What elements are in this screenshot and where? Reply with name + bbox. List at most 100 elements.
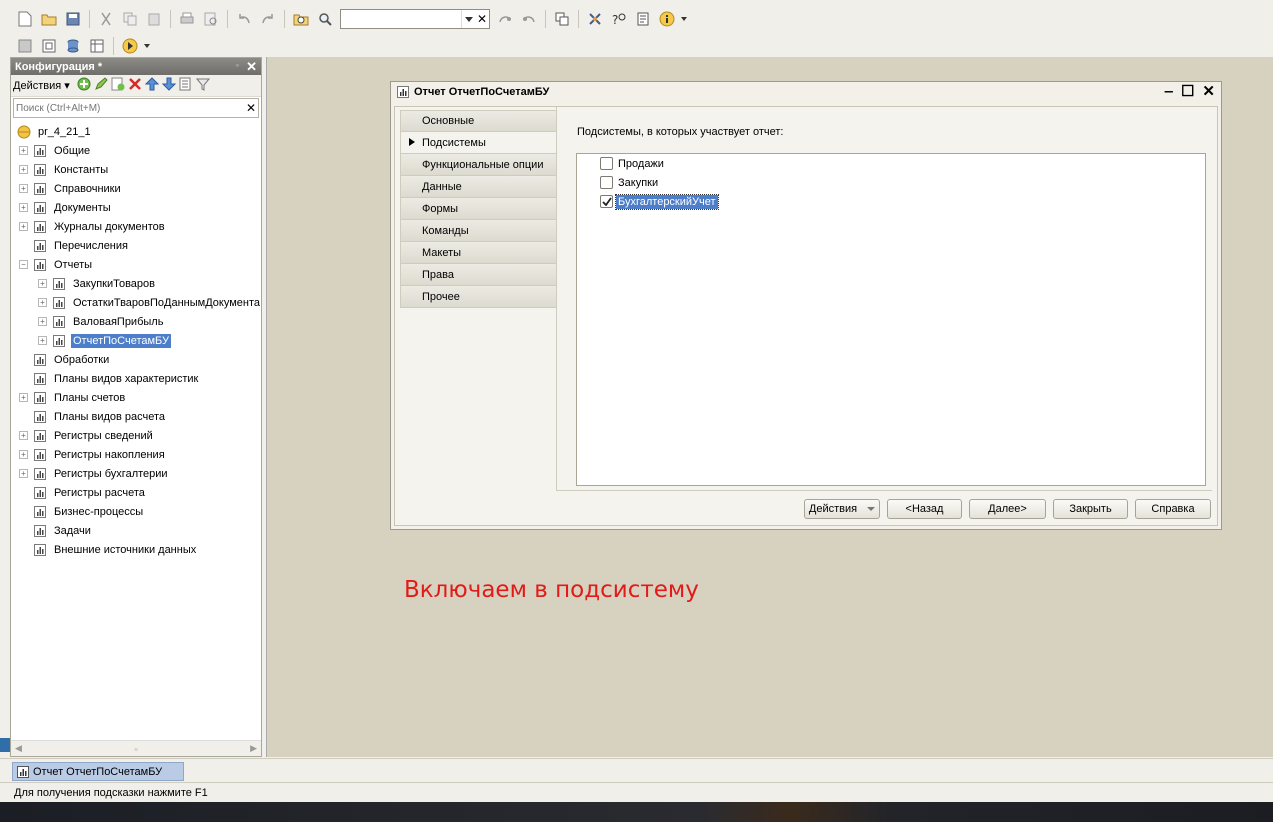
back-button[interactable]: <Назад — [887, 499, 962, 519]
window-titlebar[interactable]: Отчет ОтчетПоСчетамБУ ‒ ☐ ✕ — [391, 82, 1221, 102]
filter-icon[interactable] — [195, 77, 210, 94]
tab-7[interactable]: Макеты — [400, 242, 557, 264]
redo-icon[interactable] — [257, 8, 279, 30]
maximize-icon[interactable]: ☐ — [1181, 84, 1194, 100]
chevron-down-icon[interactable] — [461, 10, 475, 28]
print-icon[interactable] — [176, 8, 198, 30]
undo-icon[interactable] — [233, 8, 255, 30]
copy-icon[interactable] — [119, 8, 141, 30]
minimize-icon[interactable]: ‒ — [1165, 84, 1173, 100]
scroll-thumb-icon[interactable]: ▫ — [134, 744, 137, 754]
tree-root[interactable]: pr_4_21_1 — [11, 122, 261, 141]
subsystem-row[interactable]: Закупки — [577, 173, 1205, 192]
tab-2[interactable]: Подсистемы — [400, 132, 557, 154]
tree-item[interactable]: + Константы — [11, 160, 261, 179]
tree-item[interactable]: + Планы счетов — [11, 388, 261, 407]
close-icon[interactable]: ✕ — [1202, 84, 1215, 100]
search-combo[interactable]: ✕ — [340, 9, 490, 29]
pin-icon[interactable]: ◦ — [236, 60, 239, 70]
tab-4[interactable]: Данные — [400, 176, 557, 198]
cut-icon[interactable] — [95, 8, 117, 30]
tab-9[interactable]: Прочее — [400, 286, 557, 308]
move-up-icon[interactable] — [144, 77, 159, 94]
tree-item[interactable]: Регистры расчета — [11, 483, 261, 502]
print-preview-icon[interactable] — [200, 8, 222, 30]
taskbar-item[interactable]: Отчет ОтчетПоСчетамБУ — [12, 762, 184, 781]
tree-item[interactable]: + Общие — [11, 141, 261, 160]
tree-item[interactable]: Внешние источники данных — [11, 540, 261, 559]
expand-icon[interactable]: + — [19, 184, 28, 193]
tree-item[interactable]: + Справочники — [11, 179, 261, 198]
scroll-left-icon[interactable]: ◀ — [15, 743, 22, 754]
tree-item[interactable]: Бизнес-процессы — [11, 502, 261, 521]
open-folder-icon[interactable] — [38, 8, 60, 30]
update-db-icon[interactable] — [62, 35, 84, 57]
windows-icon[interactable] — [551, 8, 573, 30]
help-button[interactable]: Справка — [1135, 499, 1211, 519]
tree-item[interactable]: + Документы — [11, 198, 261, 217]
tab-3[interactable]: Функциональные опции — [400, 154, 557, 176]
expand-icon[interactable]: + — [19, 469, 28, 478]
find-in-folder-icon[interactable] — [290, 8, 312, 30]
delete-icon[interactable] — [128, 77, 142, 94]
clear-search-icon[interactable]: ✕ — [475, 10, 489, 28]
config-search-field[interactable]: ✕ — [13, 98, 259, 118]
expand-icon[interactable]: + — [19, 450, 28, 459]
info-icon[interactable] — [656, 8, 678, 30]
close-icon[interactable]: ✕ — [246, 59, 257, 75]
run-debug-icon[interactable] — [119, 35, 141, 57]
table-icon[interactable] — [86, 35, 108, 57]
tab-1[interactable]: Основные — [400, 110, 557, 132]
tree-item[interactable]: + Регистры сведений — [11, 426, 261, 445]
tree-item[interactable]: Перечисления — [11, 236, 261, 255]
horizontal-scrollbar[interactable]: ◀ ▫ ▶ — [11, 740, 261, 756]
tab-6[interactable]: Команды — [400, 220, 557, 242]
checkbox[interactable] — [600, 176, 613, 189]
chevron-down-icon[interactable] — [680, 8, 688, 30]
tab-8[interactable]: Права — [400, 264, 557, 286]
tree-item[interactable]: + ОтчетПоСчетамБУ — [11, 331, 261, 350]
close-button[interactable]: Закрыть — [1053, 499, 1128, 519]
clear-search-icon[interactable]: ✕ — [244, 101, 258, 115]
tab-5[interactable]: Формы — [400, 198, 557, 220]
database-config-icon[interactable] — [38, 35, 60, 57]
syntax-assistant-icon[interactable]: ? — [608, 8, 630, 30]
template-icon[interactable] — [632, 8, 654, 30]
config-search-input[interactable] — [14, 100, 244, 116]
subsystem-row[interactable]: Продажи — [577, 154, 1205, 173]
expand-icon[interactable]: + — [19, 431, 28, 440]
tree-item[interactable]: − Отчеты — [11, 255, 261, 274]
expand-icon[interactable]: + — [19, 222, 28, 231]
chevron-down-icon[interactable] — [143, 35, 151, 57]
tree-item[interactable]: Планы видов характеристик — [11, 369, 261, 388]
search-prev-icon[interactable] — [518, 8, 540, 30]
add-icon[interactable] — [77, 77, 91, 94]
expand-icon[interactable]: + — [38, 279, 47, 288]
expand-icon[interactable]: + — [19, 203, 28, 212]
tree-item[interactable]: Задачи — [11, 521, 261, 540]
tree-item[interactable]: + ОстаткиТваровПоДаннымДокумента — [11, 293, 261, 312]
search-icon[interactable] — [314, 8, 336, 30]
search-next-icon[interactable] — [494, 8, 516, 30]
scroll-right-icon[interactable]: ▶ — [250, 743, 257, 754]
tree-item[interactable]: + Регистры накопления — [11, 445, 261, 464]
actions-button[interactable]: Действия — [804, 499, 880, 519]
move-down-icon[interactable] — [161, 77, 176, 94]
tree-item[interactable]: Планы видов расчета — [11, 407, 261, 426]
expand-icon[interactable]: + — [38, 298, 47, 307]
expand-icon[interactable]: + — [19, 165, 28, 174]
next-button[interactable]: Далее> — [969, 499, 1046, 519]
tree-item[interactable]: + ЗакупкиТоваров — [11, 274, 261, 293]
sort-icon[interactable] — [179, 77, 193, 94]
save-icon[interactable] — [62, 8, 84, 30]
tree-item[interactable]: + ВаловаяПрибыль — [11, 312, 261, 331]
tree-item[interactable]: + Регистры бухгалтерии — [11, 464, 261, 483]
paste-icon[interactable] — [143, 8, 165, 30]
tree-item[interactable]: Обработки — [11, 350, 261, 369]
config-icon[interactable] — [14, 35, 36, 57]
debug-icon[interactable] — [584, 8, 606, 30]
subsystem-row[interactable]: БухгалтерскийУчет — [577, 192, 1205, 211]
actions-menu[interactable]: Действия ▾ — [13, 79, 70, 92]
expand-icon[interactable]: + — [19, 146, 28, 155]
checkbox[interactable] — [600, 157, 613, 170]
